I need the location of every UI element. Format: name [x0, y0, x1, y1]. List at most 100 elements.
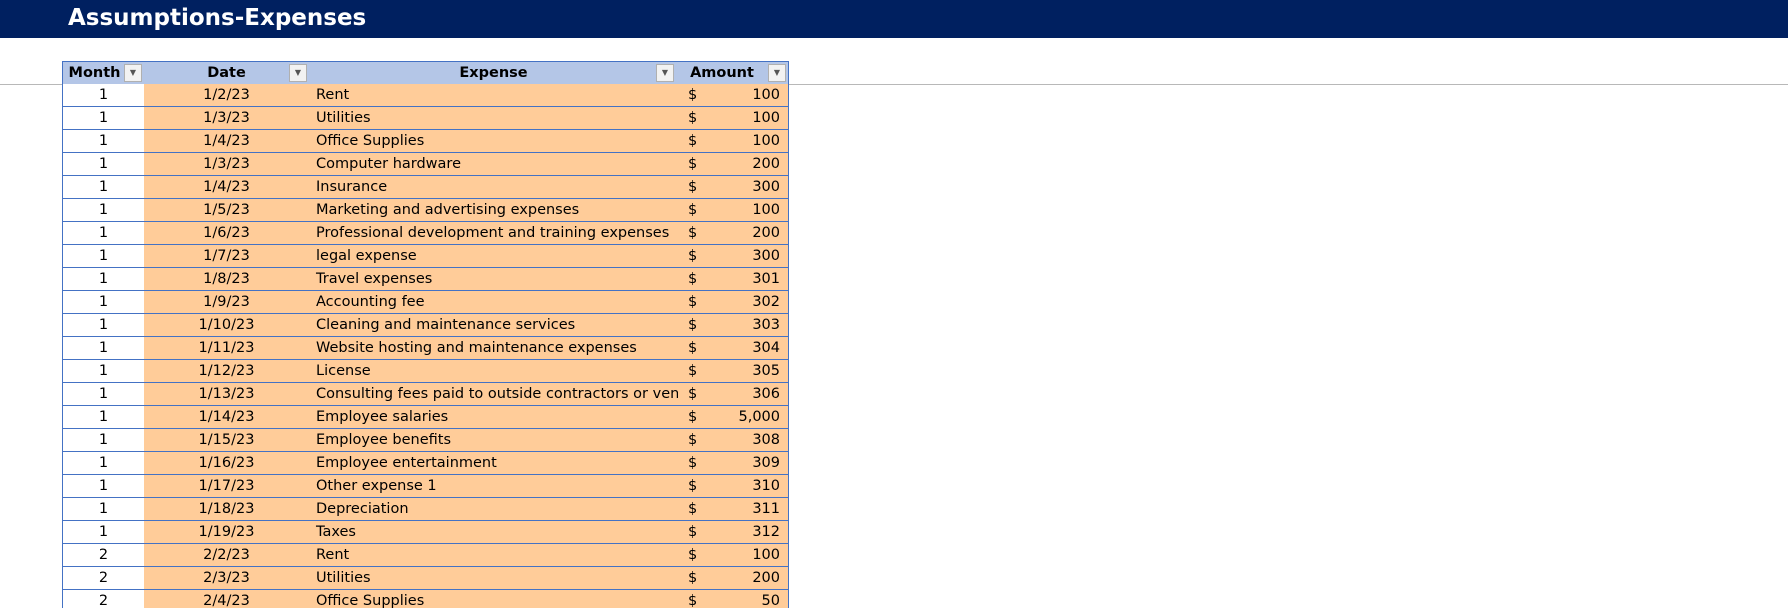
amount-cell[interactable]: $100 — [678, 130, 789, 152]
month-cell[interactable]: 1 — [62, 130, 144, 152]
amount-cell[interactable]: $200 — [678, 567, 789, 589]
expense-cell[interactable]: Rent — [309, 84, 678, 106]
date-cell[interactable]: 1/2/23 — [144, 84, 309, 106]
date-cell[interactable]: 1/18/23 — [144, 498, 309, 520]
amount-cell[interactable]: $302 — [678, 291, 789, 313]
amount-cell[interactable]: $308 — [678, 429, 789, 451]
date-cell[interactable]: 1/3/23 — [144, 107, 309, 129]
month-cell[interactable]: 1 — [62, 337, 144, 359]
date-cell[interactable]: 1/4/23 — [144, 130, 309, 152]
expense-cell[interactable]: legal expense — [309, 245, 678, 267]
expense-cell[interactable]: Other expense 1 — [309, 475, 678, 497]
amount-cell[interactable]: $305 — [678, 360, 789, 382]
amount-cell[interactable]: $200 — [678, 153, 789, 175]
expense-cell[interactable]: Employee benefits — [309, 429, 678, 451]
date-cell[interactable]: 1/6/23 — [144, 222, 309, 244]
month-cell[interactable]: 2 — [62, 590, 144, 608]
date-cell[interactable]: 1/8/23 — [144, 268, 309, 290]
month-cell[interactable]: 1 — [62, 107, 144, 129]
expense-cell[interactable]: Insurance — [309, 176, 678, 198]
month-cell[interactable]: 1 — [62, 406, 144, 428]
header-amount[interactable]: Amount ▼ — [678, 62, 789, 84]
filter-dropdown-icon[interactable]: ▼ — [124, 64, 142, 82]
amount-cell[interactable]: $300 — [678, 176, 789, 198]
expense-cell[interactable]: Employee entertainment — [309, 452, 678, 474]
month-cell[interactable]: 2 — [62, 544, 144, 566]
expense-cell[interactable]: Taxes — [309, 521, 678, 543]
expense-cell[interactable]: Rent — [309, 544, 678, 566]
date-cell[interactable]: 2/4/23 — [144, 590, 309, 608]
month-cell[interactable]: 1 — [62, 222, 144, 244]
expense-cell[interactable]: Office Supplies — [309, 590, 678, 608]
amount-cell[interactable]: $309 — [678, 452, 789, 474]
date-cell[interactable]: 1/16/23 — [144, 452, 309, 474]
amount-cell[interactable]: $50 — [678, 590, 789, 608]
amount-cell[interactable]: $311 — [678, 498, 789, 520]
date-cell[interactable]: 2/2/23 — [144, 544, 309, 566]
expense-cell[interactable]: Professional development and training ex… — [309, 222, 678, 244]
month-cell[interactable]: 1 — [62, 84, 144, 106]
date-cell[interactable]: 1/5/23 — [144, 199, 309, 221]
month-cell[interactable]: 1 — [62, 521, 144, 543]
amount-cell[interactable]: $5,000 — [678, 406, 789, 428]
expense-cell[interactable]: Utilities — [309, 107, 678, 129]
date-cell[interactable]: 1/14/23 — [144, 406, 309, 428]
amount-cell[interactable]: $306 — [678, 383, 789, 405]
amount-cell[interactable]: $312 — [678, 521, 789, 543]
month-cell[interactable]: 1 — [62, 429, 144, 451]
date-cell[interactable]: 1/19/23 — [144, 521, 309, 543]
expense-cell[interactable]: Accounting fee — [309, 291, 678, 313]
date-cell[interactable]: 1/10/23 — [144, 314, 309, 336]
expense-cell[interactable]: Consulting fees paid to outside contract… — [309, 383, 678, 405]
month-cell[interactable]: 1 — [62, 153, 144, 175]
date-cell[interactable]: 1/17/23 — [144, 475, 309, 497]
expense-cell[interactable]: Employee salaries — [309, 406, 678, 428]
expense-cell[interactable]: Office Supplies — [309, 130, 678, 152]
month-cell[interactable]: 1 — [62, 314, 144, 336]
amount-cell[interactable]: $301 — [678, 268, 789, 290]
date-cell[interactable]: 1/12/23 — [144, 360, 309, 382]
amount-cell[interactable]: $100 — [678, 199, 789, 221]
month-cell[interactable]: 1 — [62, 291, 144, 313]
header-expense[interactable]: Expense ▼ — [309, 62, 678, 84]
expense-cell[interactable]: Website hosting and maintenance expenses — [309, 337, 678, 359]
amount-cell[interactable]: $300 — [678, 245, 789, 267]
date-cell[interactable]: 1/7/23 — [144, 245, 309, 267]
amount-cell[interactable]: $303 — [678, 314, 789, 336]
expense-cell[interactable]: License — [309, 360, 678, 382]
amount-cell[interactable]: $310 — [678, 475, 789, 497]
expense-cell[interactable]: Marketing and advertising expenses — [309, 199, 678, 221]
amount-cell[interactable]: $100 — [678, 107, 789, 129]
header-date[interactable]: Date ▼ — [144, 62, 309, 84]
month-cell[interactable]: 1 — [62, 176, 144, 198]
amount-cell[interactable]: $200 — [678, 222, 789, 244]
month-cell[interactable]: 1 — [62, 475, 144, 497]
expense-cell[interactable]: Depreciation — [309, 498, 678, 520]
filter-dropdown-icon[interactable]: ▼ — [656, 64, 674, 82]
expense-cell[interactable]: Cleaning and maintenance services — [309, 314, 678, 336]
month-cell[interactable]: 1 — [62, 452, 144, 474]
amount-cell[interactable]: $100 — [678, 84, 789, 106]
month-cell[interactable]: 1 — [62, 199, 144, 221]
expense-cell[interactable]: Computer hardware — [309, 153, 678, 175]
expense-cell[interactable]: Travel expenses — [309, 268, 678, 290]
expense-cell[interactable]: Utilities — [309, 567, 678, 589]
date-cell[interactable]: 1/13/23 — [144, 383, 309, 405]
amount-cell[interactable]: $100 — [678, 544, 789, 566]
month-cell[interactable]: 1 — [62, 268, 144, 290]
month-cell[interactable]: 1 — [62, 383, 144, 405]
date-cell[interactable]: 1/11/23 — [144, 337, 309, 359]
filter-dropdown-icon[interactable]: ▼ — [768, 64, 786, 82]
month-cell[interactable]: 2 — [62, 567, 144, 589]
month-cell[interactable]: 1 — [62, 498, 144, 520]
amount-cell[interactable]: $304 — [678, 337, 789, 359]
month-cell[interactable]: 1 — [62, 245, 144, 267]
filter-dropdown-icon[interactable]: ▼ — [289, 64, 307, 82]
header-month[interactable]: Month ▼ — [62, 62, 144, 84]
date-cell[interactable]: 1/9/23 — [144, 291, 309, 313]
date-cell[interactable]: 1/3/23 — [144, 153, 309, 175]
date-cell[interactable]: 2/3/23 — [144, 567, 309, 589]
date-cell[interactable]: 1/4/23 — [144, 176, 309, 198]
date-cell[interactable]: 1/15/23 — [144, 429, 309, 451]
month-cell[interactable]: 1 — [62, 360, 144, 382]
